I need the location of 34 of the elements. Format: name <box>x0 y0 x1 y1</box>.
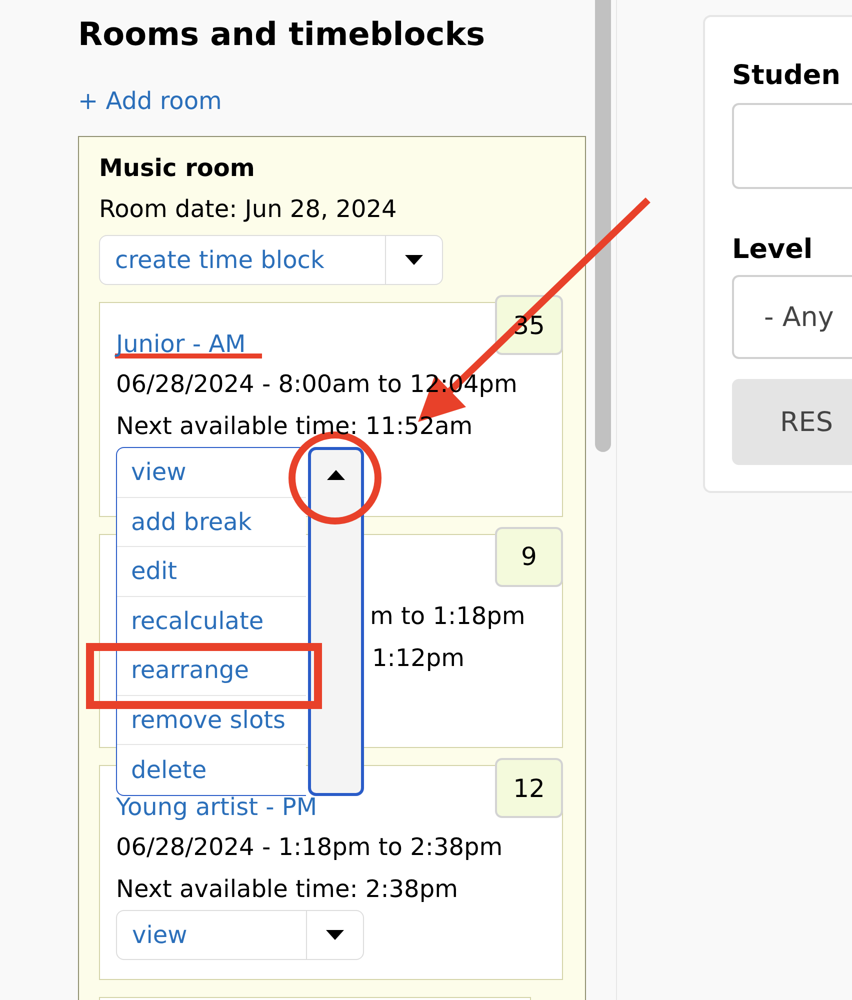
menu-item[interactable]: edit <box>131 557 178 586</box>
menu-item[interactable]: rearrange <box>131 656 250 684</box>
add-room-link[interactable]: + Add room <box>78 86 222 116</box>
menu-item[interactable]: delete <box>131 756 207 784</box>
student-input-field[interactable] <box>732 103 852 189</box>
room-name: Music room <box>99 153 256 184</box>
view-button[interactable]: view <box>117 911 306 959</box>
menu-item[interactable]: recalculate <box>131 606 264 635</box>
section-heading: Rooms and timeblocks <box>78 14 486 54</box>
next-available-time: Next available time: 2:38pm <box>116 874 459 905</box>
time-block-schedule: m to 1:18pm <box>370 600 526 632</box>
caret-icon <box>327 470 345 480</box>
level-select[interactable]: - Any <box>732 275 852 359</box>
view-dropdown[interactable]: view <box>116 910 364 960</box>
slot-count: 12 <box>495 758 563 818</box>
student-label: Studen <box>732 59 842 93</box>
caret-icon <box>405 255 423 265</box>
caret-icon <box>326 930 344 940</box>
next-available-time: 1:12pm <box>372 642 465 674</box>
time-block-link[interactable]: Young artist - PM <box>116 792 318 822</box>
menu-item[interactable]: add break <box>131 508 252 536</box>
scrollbar-thumb[interactable] <box>595 0 611 452</box>
dropdown-toggle[interactable] <box>308 447 364 796</box>
time-block-link[interactable]: Junior - AM <box>116 329 246 359</box>
reset-button[interactable]: RES <box>732 379 852 465</box>
level-label: Level <box>732 233 814 267</box>
time-block-schedule: 06/28/2024 - 1:18pm to 2:38pm <box>116 832 504 863</box>
view-button[interactable]: view <box>131 458 186 486</box>
room-date: Room date: Jun 28, 2024 <box>99 194 398 225</box>
slot-count: 9 <box>495 526 563 586</box>
menu-item[interactable]: remove slots <box>131 706 286 734</box>
create-time-block-dropdown[interactable]: create time block <box>99 235 443 285</box>
create-time-block-button[interactable]: create time block <box>100 236 385 284</box>
next-available-time: Next available time: 11:52am <box>116 411 474 442</box>
